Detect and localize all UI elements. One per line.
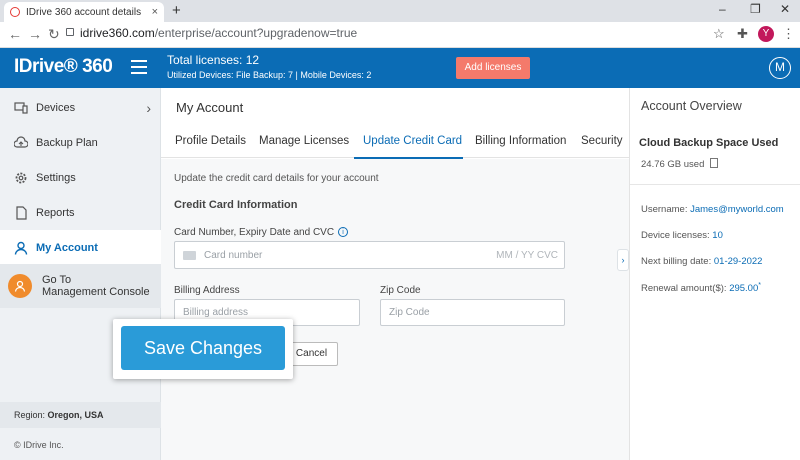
space-used: 24.76 GB used	[641, 158, 719, 170]
username-label: Username:	[641, 204, 691, 215]
user-icon	[14, 241, 28, 255]
url-host: idrive360.com	[80, 26, 155, 40]
management-user-icon	[8, 274, 32, 298]
renewal-footnote-mark: *	[758, 282, 761, 289]
idrive-favicon-icon	[10, 7, 20, 17]
tab-security[interactable]: Security	[581, 135, 623, 147]
account-tabs: Profile Details Manage Licenses Update C…	[161, 128, 629, 159]
tab-profile-details[interactable]: Profile Details	[175, 135, 246, 147]
billing-placeholder: Billing address	[183, 307, 249, 318]
address-bar: ← → ↻ idrive360.com/enterprise/account?u…	[0, 22, 800, 48]
sidebar-item-my-account[interactable]: My Account	[0, 230, 161, 265]
new-tab-button[interactable]: +	[172, 2, 181, 19]
sidebar: Devices › Backup Plan Settings Reports M…	[0, 88, 161, 460]
sidebar-item-label: My Account	[36, 241, 98, 254]
username-value: James@myworld.com	[690, 204, 784, 215]
licenses-value: 10	[712, 230, 723, 241]
mgmt-line-1: Go To	[42, 274, 72, 286]
add-licenses-button[interactable]: Add licenses	[456, 57, 530, 79]
main-panel: My Account Profile Details Manage Licens…	[161, 88, 629, 460]
sidebar-item-label: Devices	[36, 101, 76, 114]
card-placeholder: Card number	[204, 249, 263, 261]
licenses-label: Device licenses:	[641, 230, 713, 241]
sidebar-item-backup-plan[interactable]: Backup Plan	[0, 125, 161, 160]
credit-card-icon	[183, 250, 196, 260]
renewal-value: 295.00	[729, 283, 759, 295]
sidebar-item-label: Reports	[36, 206, 75, 219]
cloud-space-heading: Cloud Backup Space Used	[639, 137, 779, 149]
sidebar-item-settings[interactable]: Settings	[0, 160, 161, 195]
tab-title: IDrive 360 account details	[26, 6, 142, 18]
tab-update-credit-card[interactable]: Update Credit Card	[363, 135, 462, 147]
url-field[interactable]: idrive360.com/enterprise/account?upgrade…	[80, 26, 357, 40]
region-label: Region:	[14, 410, 48, 420]
browser-menu-icon[interactable]: ⋮	[782, 26, 795, 42]
chevron-right-icon: ›	[146, 99, 151, 116]
bookmark-star-icon[interactable]: ☆	[713, 26, 725, 42]
form-description: Update the credit card details for your …	[174, 173, 379, 184]
device-licenses-row: Device licenses: 10	[641, 230, 723, 241]
copyright: © IDrive Inc.	[14, 440, 64, 450]
save-changes-callout: Save Changes	[113, 319, 293, 379]
card-label-text: Card Number, Expiry Date and CVC	[174, 227, 335, 238]
forward-button[interactable]: →	[28, 26, 42, 42]
browser-profile-avatar[interactable]: Y	[758, 26, 774, 42]
page-title: My Account	[176, 100, 244, 115]
card-number-input[interactable]: Card number MM / YY CVC	[174, 241, 565, 269]
billing-date-label: Next billing date:	[641, 256, 714, 267]
renewal-label: Renewal amount($):	[641, 283, 730, 295]
overview-title: Account Overview	[641, 99, 742, 113]
minimize-button[interactable]: –	[719, 2, 726, 16]
lock-icon	[66, 28, 74, 36]
calculator-icon[interactable]	[710, 158, 719, 168]
save-changes-button[interactable]: Save Changes	[121, 326, 285, 370]
total-licenses: Total licenses: 12	[167, 53, 260, 67]
card-field-label: Card Number, Expiry Date and CVC i	[174, 227, 349, 238]
window-close-button[interactable]: ✕	[780, 2, 790, 16]
sidebar-item-label: Backup Plan	[36, 136, 98, 149]
billing-date-value: 01-29-2022	[713, 256, 763, 267]
region-info: Region: Oregon, USA	[0, 402, 161, 428]
sidebar-item-label: Settings	[36, 171, 76, 184]
url-path: /enterprise/account?upgradenow=true	[154, 26, 358, 40]
app-header: IDrive® 360 Total licenses: 12 Utilized …	[0, 48, 800, 88]
username-row: Username: James@myworld.com	[641, 204, 784, 215]
region-value: Oregon, USA	[47, 410, 104, 420]
tab-billing-information[interactable]: Billing Information	[475, 135, 566, 147]
overview-toggle-chevron-icon[interactable]: ›	[617, 249, 629, 271]
document-icon	[16, 205, 27, 220]
zip-placeholder: Zip Code	[389, 307, 430, 318]
management-console-link[interactable]: Go To Management Console	[0, 264, 161, 308]
user-avatar[interactable]: M	[769, 57, 791, 79]
hamburger-menu-icon[interactable]	[131, 60, 147, 74]
reload-button[interactable]: ↻	[48, 26, 60, 43]
browser-tab[interactable]: IDrive 360 account details ×	[4, 2, 164, 22]
gear-icon	[15, 172, 27, 183]
renewal-amount-row: Renewal amount($): 295.00*	[641, 282, 761, 294]
extensions-icon[interactable]: ✚	[737, 26, 748, 42]
billing-address-label: Billing Address	[174, 285, 240, 296]
browser-tab-bar: IDrive 360 account details × + – ❐ ✕	[0, 0, 800, 22]
zip-code-input[interactable]: Zip Code	[380, 299, 565, 326]
expiry-cvc-placeholder: MM / YY CVC	[496, 250, 558, 261]
idrive-logo[interactable]: IDrive® 360	[14, 56, 113, 78]
mgmt-line-2: Management Console	[42, 286, 150, 298]
account-overview: Account Overview Cloud Backup Space Used…	[629, 88, 800, 460]
sidebar-item-devices[interactable]: Devices ›	[0, 90, 161, 125]
zip-code-label: Zip Code	[380, 285, 421, 296]
restore-button[interactable]: ❐	[750, 2, 761, 16]
devices-icon	[14, 101, 28, 114]
info-icon[interactable]: i	[338, 227, 349, 237]
next-billing-row: Next billing date: 01-29-2022	[641, 256, 762, 267]
section-heading: Credit Card Information	[174, 199, 298, 211]
space-used-text: 24.76 GB used	[641, 159, 705, 170]
back-button[interactable]: ←	[8, 26, 22, 42]
utilized-devices: Utilized Devices: File Backup: 7 | Mobil…	[167, 70, 372, 80]
overview-divider	[630, 184, 800, 185]
cloud-upload-icon	[14, 135, 28, 148]
tab-manage-licenses[interactable]: Manage Licenses	[259, 135, 349, 147]
tab-close-icon[interactable]: ×	[152, 6, 158, 18]
sidebar-item-reports[interactable]: Reports	[0, 195, 161, 230]
